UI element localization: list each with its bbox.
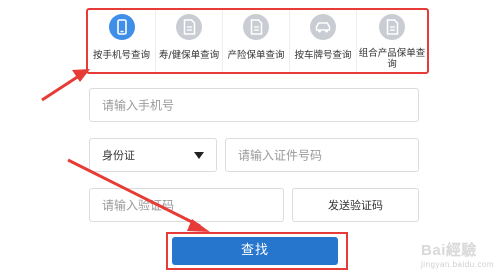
submit-highlight-frame: 查找 <box>166 232 348 270</box>
caret-down-icon <box>194 152 204 159</box>
tab-label: 组合产品保单查询 <box>358 48 426 70</box>
car-icon <box>310 14 336 40</box>
phone-placeholder: 请输入手机号 <box>102 98 175 113</box>
document-icon <box>379 14 405 40</box>
document-icon <box>176 14 202 40</box>
verification-code-input[interactable]: 请输入验证码 <box>89 188 284 222</box>
tab-label: 寿/健保单查询 <box>158 50 220 61</box>
search-submit-button[interactable]: 查找 <box>172 237 338 265</box>
phone-icon <box>108 14 135 40</box>
send-code-label: 发送验证码 <box>328 199 383 212</box>
id-type-value: 身份证 <box>102 149 135 162</box>
tab-label: 按车牌号查询 <box>294 50 352 61</box>
tab-label: 按手机号查询 <box>92 50 150 61</box>
document-icon <box>243 14 269 40</box>
tab-phone-query[interactable]: 按手机号查询 <box>88 10 155 72</box>
phone-input[interactable]: 请输入手机号 <box>89 88 419 122</box>
tab-plate-number-query[interactable]: 按车牌号查询 <box>289 10 356 72</box>
query-type-tabs: 按手机号查询 寿/健保单查询 产险保单查询 按车牌号查询 组合产品保单查询 <box>86 8 429 74</box>
tab-combo-product-policy-query[interactable]: 组合产品保单查询 <box>356 10 427 72</box>
watermark-brand: Bai經驗 <box>421 242 477 259</box>
id-number-placeholder: 请输入证件号码 <box>238 148 323 163</box>
watermark-logo: Bai經驗 jingyan.baidu.com <box>421 239 494 269</box>
id-number-input[interactable]: 请输入证件号码 <box>225 138 419 172</box>
verification-code-placeholder: 请输入验证码 <box>102 198 175 213</box>
tab-property-policy-query[interactable]: 产险保单查询 <box>222 10 289 72</box>
send-code-button[interactable]: 发送验证码 <box>292 188 419 222</box>
watermark-url: jingyan.baidu.com <box>421 260 494 269</box>
tab-label: 产险保单查询 <box>227 50 285 61</box>
id-type-select[interactable]: 身份证 <box>89 138 217 172</box>
tab-life-health-policy-query[interactable]: 寿/健保单查询 <box>155 10 222 72</box>
